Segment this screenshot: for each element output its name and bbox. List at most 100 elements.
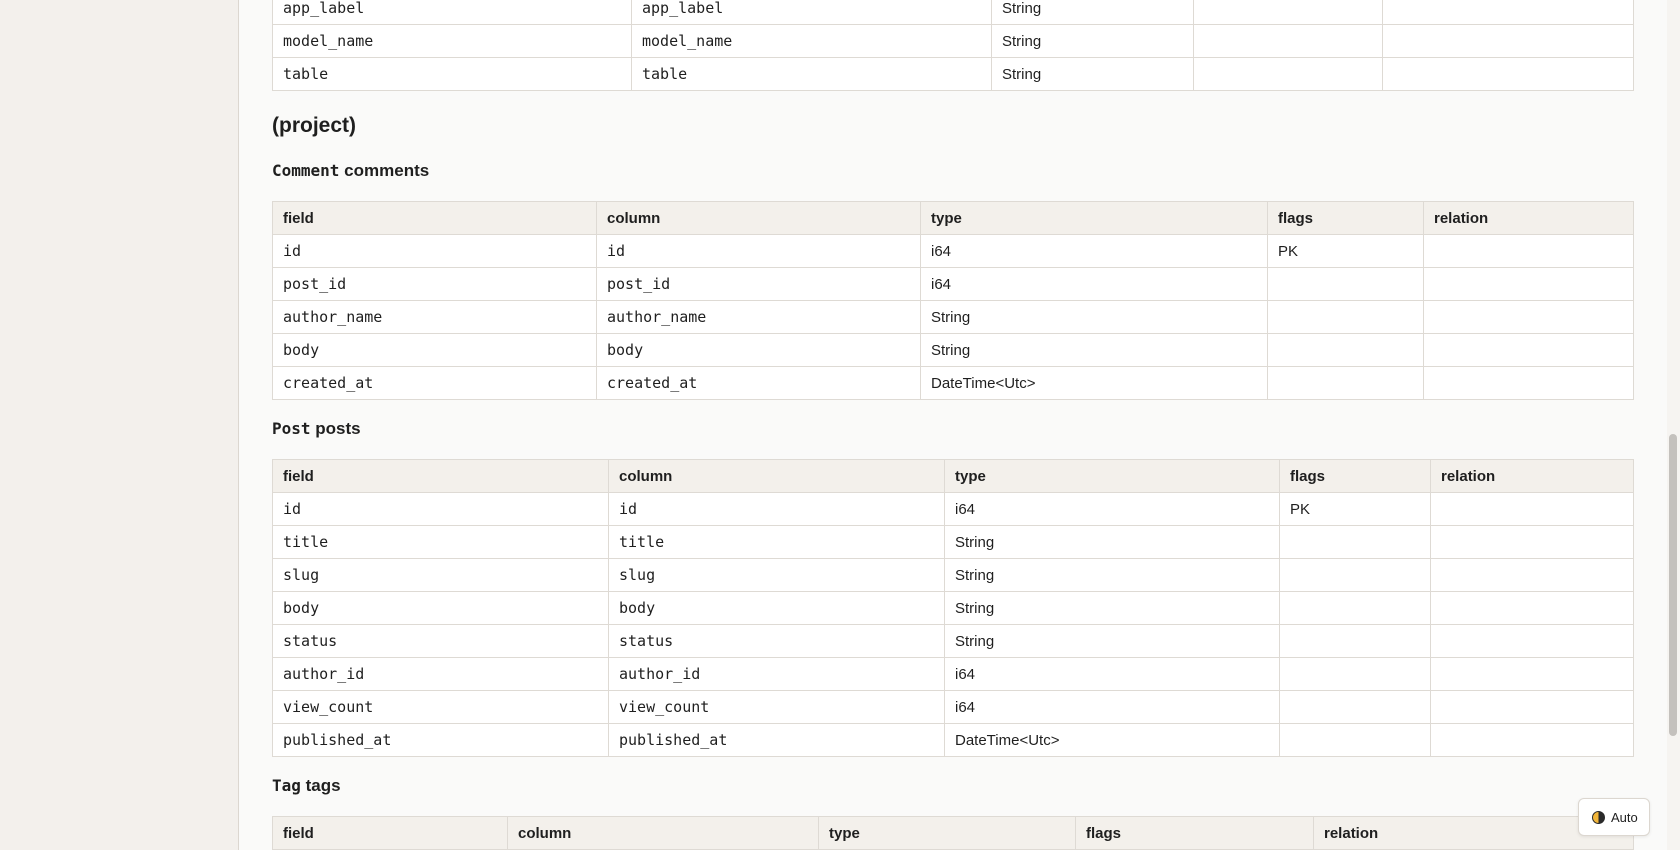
table-row: created_at created_at DateTime<Utc> [272,366,1634,400]
header-flags: flags [1075,816,1314,850]
type-cell: i64 [920,234,1268,268]
theme-toggle-label: Auto [1611,809,1638,825]
flags-cell: PK [1279,492,1431,526]
header-relation: relation [1423,201,1634,235]
table-row: view_count view_count i64 [272,690,1634,724]
header-flags: flags [1267,201,1424,235]
field-cell: author_id [272,657,609,691]
table-row: body body String [272,333,1634,367]
header-flags: flags [1279,459,1431,493]
type-cell: i64 [920,267,1268,301]
scrollbar[interactable] [1667,0,1680,850]
column-cell: created_at [596,366,921,400]
header-field: field [272,816,508,850]
flags-cell [1267,267,1424,301]
table-row: author_id author_id i64 [272,657,1634,691]
header-type: type [944,459,1280,493]
column-cell: body [596,333,921,367]
table-row: published_at published_at DateTime<Utc> [272,723,1634,757]
column-cell: status [608,624,945,658]
header-type: type [920,201,1268,235]
field-cell: model_name [272,24,632,58]
table-row: status status String [272,624,1634,658]
table-row: slug slug String [272,558,1634,592]
table-row: app_label app_label String [272,0,1634,25]
flags-cell [1279,624,1431,658]
table-header-row: field column type flags relation [272,816,1634,850]
table-row: id id i64 PK [272,234,1634,268]
field-cell: status [272,624,609,658]
flags-cell [1279,558,1431,592]
type-cell: i64 [944,657,1280,691]
relation-cell [1423,300,1634,334]
field-cell: app_label [272,0,632,25]
type-cell: String [920,333,1268,367]
schema-table-tag: field column type flags relation [272,816,1634,850]
header-field: field [272,201,597,235]
field-cell: author_name [272,300,597,334]
content-column: app_label app_label String model_name mo… [272,0,1634,850]
type-cell: DateTime<Utc> [920,366,1268,400]
flags-cell [1267,300,1424,334]
theme-toggle-button[interactable]: Auto [1578,798,1650,836]
type-cell: String [944,624,1280,658]
relation-cell [1430,558,1634,592]
header-field: field [272,459,609,493]
type-cell: String [991,0,1194,25]
field-cell: body [272,333,597,367]
relation-cell [1382,24,1634,58]
table-row: post_id post_id i64 [272,267,1634,301]
field-cell: title [272,525,609,559]
type-cell: DateTime<Utc> [944,723,1280,757]
column-cell: id [596,234,921,268]
relation-cell [1423,234,1634,268]
header-column: column [507,816,819,850]
field-cell: slug [272,558,609,592]
relation-cell [1423,333,1634,367]
schema-table-previous: app_label app_label String model_name mo… [272,0,1634,91]
relation-cell [1430,492,1634,526]
field-cell: id [272,234,597,268]
flags-cell: PK [1267,234,1424,268]
relation-cell [1430,624,1634,658]
relation-cell [1423,366,1634,400]
relation-cell [1430,525,1634,559]
table-row: title title String [272,525,1634,559]
type-cell: String [991,57,1194,91]
model-heading-comment: Comment comments [272,158,1633,184]
table-row: id id i64 PK [272,492,1634,526]
type-cell: String [944,591,1280,625]
flags-cell [1279,723,1431,757]
main-content: app_label app_label String model_name mo… [239,0,1667,850]
field-cell: id [272,492,609,526]
field-cell: view_count [272,690,609,724]
type-cell: i64 [944,690,1280,724]
scrollbar-thumb[interactable] [1669,434,1677,736]
type-cell: String [944,525,1280,559]
flags-cell [1267,366,1424,400]
field-cell: published_at [272,723,609,757]
column-cell: author_id [608,657,945,691]
model-heading-post: Post posts [272,416,1633,442]
relation-cell [1430,723,1634,757]
model-name: Comment [272,161,340,180]
flags-cell [1193,24,1383,58]
table-header-row: field column type flags relation [272,201,1634,235]
column-cell: title [608,525,945,559]
type-cell: String [991,24,1194,58]
column-cell: body [608,591,945,625]
header-column: column [596,201,921,235]
table-row: author_name author_name String [272,300,1634,334]
column-cell: id [608,492,945,526]
model-table-name: comments [344,161,430,180]
type-cell: String [944,558,1280,592]
field-cell: table [272,57,632,91]
schema-table-comment: field column type flags relation id id i… [272,201,1634,400]
flags-cell [1267,333,1424,367]
field-cell: post_id [272,267,597,301]
column-cell: view_count [608,690,945,724]
relation-cell [1423,267,1634,301]
flags-cell [1279,525,1431,559]
column-cell: author_name [596,300,921,334]
relation-cell [1430,657,1634,691]
